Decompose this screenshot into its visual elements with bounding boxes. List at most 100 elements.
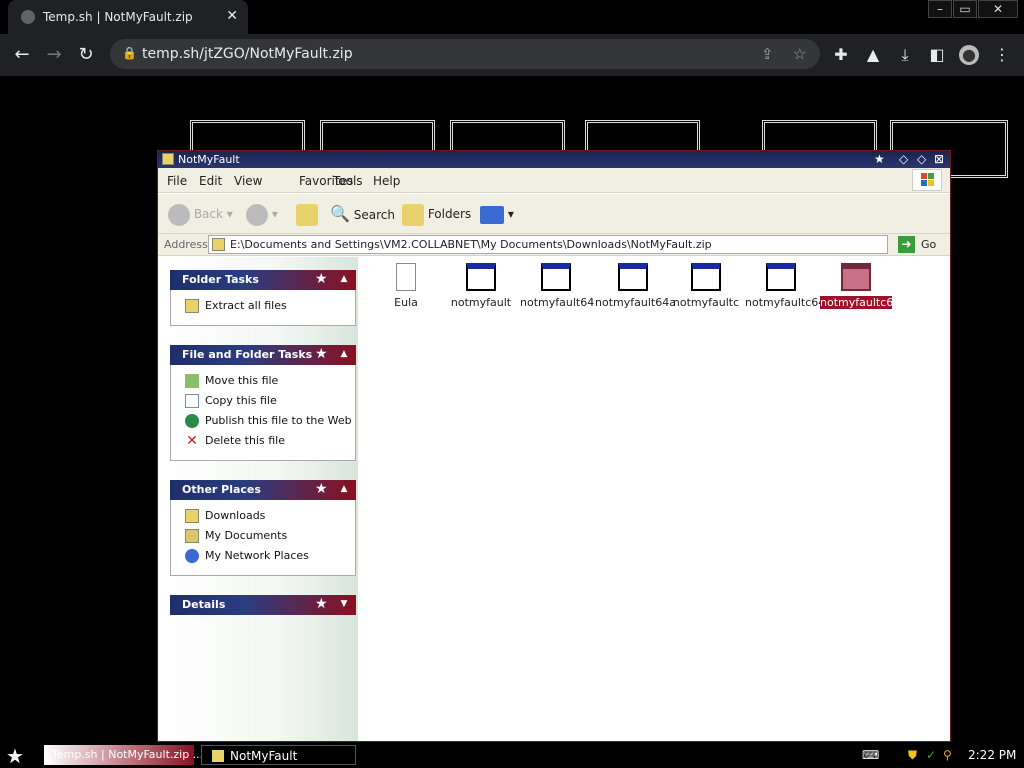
task-label: Publish this file to the Web xyxy=(205,414,352,427)
explorer-title-bar[interactable]: NotMyFault ★ ◇ ◇ ⊠ xyxy=(158,151,950,168)
file-item[interactable]: notmyfaultc64 xyxy=(745,263,826,309)
minimize-button[interactable]: – xyxy=(928,0,952,18)
other-places-body: Downloads My Documents My Network Places xyxy=(170,500,356,576)
labs-flask-icon[interactable]: ▲ xyxy=(863,45,883,65)
details-header[interactable]: Details ★ ▼ xyxy=(170,595,356,615)
views-icon xyxy=(480,205,504,224)
menu-kebab-icon[interactable]: ⋮ xyxy=(992,45,1012,65)
close-window-icon[interactable]: ⊠ xyxy=(934,152,944,166)
browser-toolbar: ← → ↻ 🔒 temp.sh/jtZGO/NotMyFault.zip ⇪ ☆… xyxy=(0,34,1024,76)
task-pane: Folder Tasks ★ ▲ Extract all files File … xyxy=(158,257,358,741)
forward-button[interactable]: ▾ xyxy=(246,203,278,226)
network-icon[interactable]: ✓ xyxy=(926,748,936,762)
menu-file[interactable]: File xyxy=(167,174,187,188)
keyboard-icon[interactable]: ⌨ xyxy=(862,748,879,762)
address-bar[interactable]: 🔒 temp.sh/jtZGO/NotMyFault.zip ⇪ ☆ xyxy=(110,39,820,69)
folders-label: Folders xyxy=(427,207,472,221)
close-window-button[interactable]: ✕ xyxy=(978,0,1018,18)
task-move-file[interactable]: Move this file xyxy=(171,371,355,391)
tab-close-icon[interactable]: ✕ xyxy=(226,8,238,24)
file-item[interactable]: notmyfault64 xyxy=(520,263,594,309)
place-label: Downloads xyxy=(205,509,266,522)
expand-chevron-icon[interactable]: ▼ xyxy=(338,599,350,611)
menu-tools[interactable]: Tools xyxy=(333,174,363,188)
globe-icon xyxy=(185,414,199,428)
file-folder-tasks-box: File and Folder Tasks ★ ▲ Move this file… xyxy=(170,345,356,461)
file-folder-tasks-body: Move this file Copy this file Publish th… xyxy=(170,365,356,461)
folder-icon xyxy=(162,153,174,165)
explorer-address-bar: Address E:\Documents and Settings\VM2.CO… xyxy=(158,234,950,256)
collapse-chevron-icon[interactable]: ▲ xyxy=(338,274,350,286)
application-icon xyxy=(691,263,721,291)
profile-avatar-icon[interactable]: ● xyxy=(959,45,979,65)
folder-tasks-title: Folder Tasks xyxy=(182,273,259,286)
address-label: Address xyxy=(164,238,208,251)
up-folder-button[interactable] xyxy=(296,203,318,226)
menu-edit[interactable]: Edit xyxy=(199,174,222,188)
other-places-box: Other Places ★ ▲ Downloads My Documents … xyxy=(170,480,356,576)
forward-arrow-icon[interactable]: → xyxy=(43,44,65,66)
minimize-window-icon[interactable]: ◇ xyxy=(899,152,908,166)
file-name: notmyfaultc64 xyxy=(745,296,826,309)
taskbar-item-explorer[interactable]: NotMyFault xyxy=(201,745,356,765)
back-button[interactable]: Back ▾ xyxy=(168,203,233,226)
address-field[interactable]: E:\Documents and Settings\VM2.COLLABNET\… xyxy=(208,235,888,254)
task-label: Move this file xyxy=(205,374,279,387)
collapse-chevron-icon[interactable]: ▲ xyxy=(338,349,350,361)
tab-title: Temp.sh | NotMyFault.zip xyxy=(43,10,193,24)
place-my-network[interactable]: My Network Places xyxy=(171,546,355,566)
place-label: My Documents xyxy=(205,529,288,542)
file-name: notmyfaultc64a xyxy=(820,296,907,309)
folders-button[interactable]: Folders xyxy=(402,203,472,226)
file-name: notmyfault64a xyxy=(595,296,676,309)
menu-help[interactable]: Help xyxy=(373,174,400,188)
back-label: Back xyxy=(193,207,223,221)
search-tray-icon[interactable]: ⚲ xyxy=(943,748,952,762)
file-item[interactable]: notmyfaultc xyxy=(670,263,742,309)
collapse-chevron-icon[interactable]: ▲ xyxy=(338,484,350,496)
file-item[interactable]: notmyfault xyxy=(445,263,517,309)
file-folder-tasks-header[interactable]: File and Folder Tasks ★ ▲ xyxy=(170,345,356,365)
application-icon xyxy=(541,263,571,291)
restore-button[interactable]: ▭ xyxy=(953,0,977,18)
share-icon[interactable]: ⇪ xyxy=(761,45,774,63)
side-panel-icon[interactable]: ◧ xyxy=(927,45,947,65)
security-shield-icon[interactable]: ⛊ xyxy=(908,748,917,763)
taskbar-item-browser[interactable]: Temp.sh | NotMyFault.zip ... xyxy=(44,745,203,765)
task-label: Delete this file xyxy=(205,434,285,447)
other-places-header[interactable]: Other Places ★ ▲ xyxy=(170,480,356,500)
task-delete-file[interactable]: ✕ Delete this file xyxy=(171,431,355,451)
windows-logo-icon xyxy=(912,169,942,191)
explorer-title: NotMyFault xyxy=(178,153,240,166)
task-publish-web[interactable]: Publish this file to the Web xyxy=(171,411,355,431)
go-arrow-icon: ➜ xyxy=(898,236,915,253)
place-label: My Network Places xyxy=(205,549,309,562)
place-my-documents[interactable]: My Documents xyxy=(171,526,355,546)
search-button[interactable]: 🔍 Search xyxy=(330,203,395,225)
browser-tab[interactable]: Temp.sh | NotMyFault.zip ✕ xyxy=(8,0,248,34)
task-extract-all[interactable]: Extract all files xyxy=(171,296,355,316)
reload-icon[interactable]: ↻ xyxy=(75,44,97,66)
back-arrow-icon[interactable]: ← xyxy=(11,44,33,66)
file-item-selected[interactable]: notmyfaultc64a xyxy=(820,263,907,309)
folder-tasks-header[interactable]: Folder Tasks ★ ▲ xyxy=(170,270,356,290)
url-text: temp.sh/jtZGO/NotMyFault.zip xyxy=(142,46,353,62)
maximize-window-icon[interactable]: ◇ xyxy=(917,152,926,166)
file-item[interactable]: notmyfault64a xyxy=(595,263,676,309)
explorer-toolbar: Back ▾ ▾ 🔍 Search Folders ▾ xyxy=(158,194,950,234)
task-copy-file[interactable]: Copy this file xyxy=(171,391,355,411)
go-button[interactable]: ➜ Go xyxy=(898,235,942,254)
other-places-title: Other Places xyxy=(182,483,261,496)
download-icon[interactable]: ⤓ xyxy=(895,45,915,65)
start-star-icon[interactable]: ★ xyxy=(6,744,24,768)
back-icon xyxy=(168,203,190,226)
details-box: Details ★ ▼ xyxy=(170,595,356,615)
file-item[interactable]: Eula xyxy=(370,263,442,309)
extensions-icon[interactable]: ✚ xyxy=(831,45,851,65)
views-button[interactable]: ▾ xyxy=(480,203,514,225)
menu-view[interactable]: View xyxy=(234,174,262,188)
search-icon: 🔍 xyxy=(330,204,350,223)
place-downloads[interactable]: Downloads xyxy=(171,506,355,526)
bookmark-star-icon[interactable]: ☆ xyxy=(793,45,806,63)
clock[interactable]: 2:22 PM xyxy=(968,748,1016,762)
